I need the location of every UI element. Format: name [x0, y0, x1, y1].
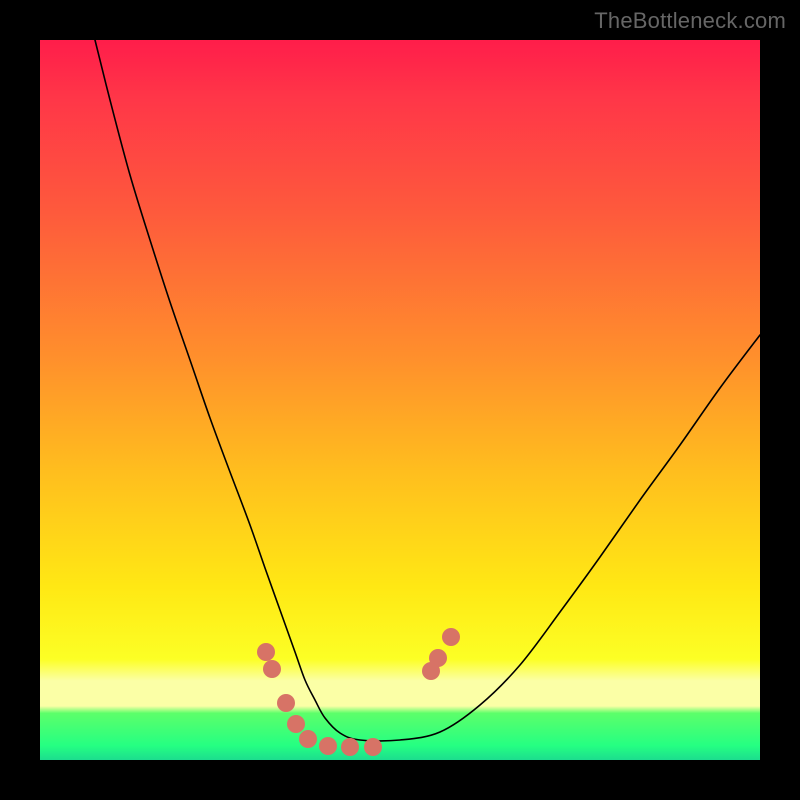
curve-marker: [299, 730, 317, 748]
chart-svg: [40, 40, 760, 760]
curve-marker: [263, 660, 281, 678]
curve-marker: [257, 643, 275, 661]
marker-group: [257, 628, 460, 756]
chart-frame: TheBottleneck.com: [0, 0, 800, 800]
curve-marker: [319, 737, 337, 755]
curve-marker: [287, 715, 305, 733]
bottleneck-curve: [95, 40, 760, 741]
plot-area: [40, 40, 760, 760]
curve-marker: [442, 628, 460, 646]
curve-marker: [341, 738, 359, 756]
curve-marker: [429, 649, 447, 667]
curve-marker: [277, 694, 295, 712]
curve-marker: [364, 738, 382, 756]
watermark: TheBottleneck.com: [594, 8, 786, 34]
